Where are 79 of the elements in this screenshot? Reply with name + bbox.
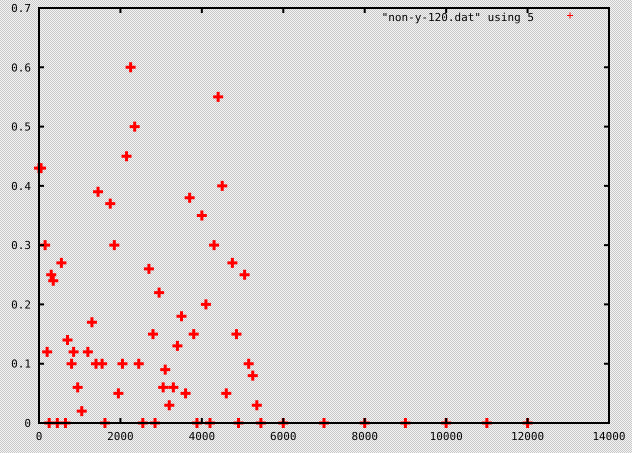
data-point xyxy=(212,90,225,104)
data-point xyxy=(112,386,125,400)
data-point xyxy=(398,416,412,430)
data-point xyxy=(71,380,84,394)
data-point xyxy=(148,416,162,430)
data-point xyxy=(175,310,188,323)
data-point xyxy=(96,357,109,370)
data-point xyxy=(276,416,290,430)
y-axis-label: 0 xyxy=(24,417,31,430)
x-axis-label: 14000 xyxy=(592,430,626,443)
data-point xyxy=(226,256,239,270)
x-axis-label: 6000 xyxy=(270,430,297,443)
data-point xyxy=(158,363,172,376)
data-point xyxy=(156,380,170,394)
data-point xyxy=(195,209,208,222)
data-point xyxy=(152,286,166,300)
legend-label: "non-y-120.dat" using 5 xyxy=(382,11,534,24)
x-axis-label: 4000 xyxy=(188,430,216,443)
data-point xyxy=(187,328,200,341)
x-axis-label: 2000 xyxy=(107,430,134,443)
x-axis-label: 0 xyxy=(36,430,42,443)
data-point xyxy=(98,416,112,430)
data-point xyxy=(132,357,146,370)
y-axis-label: 0.7 xyxy=(11,2,31,15)
data-point xyxy=(230,328,243,341)
y-axis-label: 0.6 xyxy=(11,61,31,74)
data-point xyxy=(238,268,252,282)
data-point xyxy=(318,416,330,430)
data-point xyxy=(199,298,212,311)
x-axis-label: 8000 xyxy=(351,430,378,443)
data-point xyxy=(108,238,121,252)
data-point xyxy=(242,357,256,370)
data-point xyxy=(65,357,78,370)
data-point xyxy=(136,416,150,430)
data-point xyxy=(120,150,134,163)
data-point xyxy=(204,416,216,430)
data-point xyxy=(38,238,52,252)
data-point xyxy=(54,256,68,270)
data-point xyxy=(480,416,494,430)
y-axis-label: 0.2 xyxy=(11,298,31,312)
x-axis-label: 10000 xyxy=(430,430,463,443)
data-point xyxy=(358,416,372,430)
data-point xyxy=(40,345,54,358)
data-point xyxy=(246,369,260,382)
data-point xyxy=(67,345,80,358)
data-point xyxy=(521,416,534,430)
y-axis-label: 0.4 xyxy=(11,180,31,193)
data-point xyxy=(440,416,453,430)
data-point xyxy=(183,191,196,204)
x-axis-label: 12000 xyxy=(511,430,544,443)
data-point xyxy=(92,185,105,198)
data-point xyxy=(220,386,233,400)
data-point xyxy=(254,416,268,430)
y-axis-label: 0.5 xyxy=(11,120,31,134)
data-point xyxy=(190,416,204,430)
legend-marker-icon xyxy=(566,12,574,19)
data-point xyxy=(44,268,58,282)
data-point xyxy=(34,162,48,175)
data-point xyxy=(104,197,117,210)
data-point xyxy=(179,386,192,400)
y-axis-label: 0.1 xyxy=(11,358,31,371)
data-point xyxy=(61,334,74,346)
data-point xyxy=(170,339,184,352)
data-point xyxy=(124,60,138,74)
data-point xyxy=(75,404,88,418)
data-point xyxy=(85,316,98,329)
data-point xyxy=(116,357,129,370)
data-point xyxy=(81,345,94,358)
data-point xyxy=(208,238,221,252)
y-axis-label: 0.3 xyxy=(11,239,31,252)
data-point xyxy=(232,416,245,430)
data-point xyxy=(250,398,264,412)
data-point xyxy=(142,262,156,276)
data-point xyxy=(146,328,160,341)
data-point xyxy=(162,398,176,412)
data-point xyxy=(46,274,60,288)
data-point xyxy=(128,120,142,134)
data-point xyxy=(216,179,229,192)
data-point xyxy=(166,380,180,394)
